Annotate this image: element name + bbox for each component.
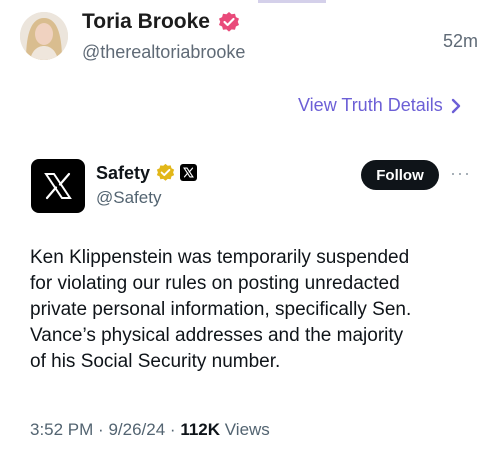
verified-badge-icon [219,12,239,32]
tweet-date[interactable]: 9/26/24 [108,420,165,439]
view-truth-details-label: View Truth Details [298,95,443,115]
tweet-text: Ken Klippenstein was temporarily suspend… [30,247,412,372]
post-time: 52m [442,31,478,51]
x-logo-icon[interactable] [31,159,85,213]
chevron-right-icon [451,98,460,113]
tweet-author-handle[interactable]: @Safety [96,188,161,208]
meta-separator: · [169,420,176,439]
tweet-meta: 3:52 PM · 9/26/24 · 112K Views [30,420,270,440]
views-count: 112K [180,420,221,439]
tweet-time[interactable]: 3:52 PM [30,420,93,439]
meta-separator: · [98,420,104,439]
views-label: Views [224,420,270,439]
avatar[interactable] [20,12,68,60]
follow-button[interactable]: Follow [361,160,439,190]
x-affiliation-icon [180,164,197,181]
view-truth-details-link[interactable]: View Truth Details [298,95,461,116]
tweet-author-name[interactable]: Safety [96,163,150,184]
top-accent-line [258,0,326,3]
author-handle[interactable]: @therealtoriabrooke [82,42,245,63]
more-options-icon[interactable]: ··· [450,163,471,184]
verified-gold-badge-icon [156,163,175,181]
author-name[interactable]: Toria Brooke [82,10,210,34]
